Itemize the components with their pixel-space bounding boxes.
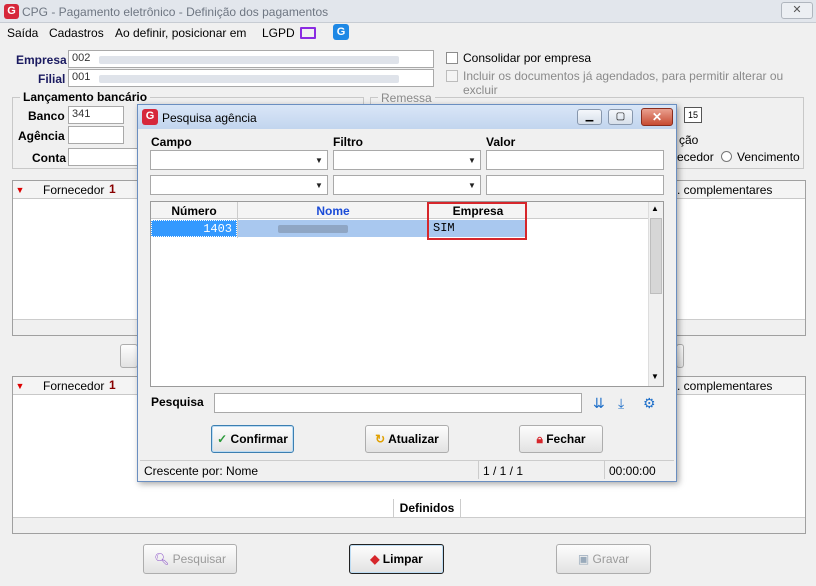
window-close-button[interactable]: ✕ bbox=[781, 2, 813, 19]
search-icon: 🔍︎ bbox=[154, 552, 170, 566]
fornecedor-option-label: ecedor bbox=[677, 150, 714, 164]
bottom-grid-sort-num: 1 bbox=[109, 378, 116, 392]
menu-saida[interactable]: Saída bbox=[7, 26, 38, 40]
bottom-grid-hscrollbar[interactable] bbox=[13, 517, 805, 533]
pesquisa-label: Pesquisa bbox=[151, 395, 204, 409]
row-numero: 1403 bbox=[151, 220, 237, 237]
mid-button-left[interactable] bbox=[120, 344, 138, 368]
status-time: 00:00:00 bbox=[604, 461, 674, 479]
agencia-label: Agência bbox=[18, 129, 65, 143]
pesquisar-button[interactable]: 🔍︎ Pesquisar bbox=[143, 544, 237, 574]
monitor-icon[interactable] bbox=[300, 27, 316, 39]
valor-label: Valor bbox=[486, 135, 516, 149]
sort-indicator-icon: ▼ bbox=[15, 185, 25, 195]
empresa-value: 002 bbox=[72, 52, 91, 64]
maximize-button[interactable]: ▢ bbox=[608, 109, 633, 125]
calendar-icon[interactable]: 15 bbox=[684, 107, 702, 123]
confirmar-button[interactable]: ✓ Confirmar bbox=[211, 425, 294, 453]
incluir-label: Incluir os documentos já agendados, para… bbox=[463, 69, 784, 97]
vencimento-option-label: Vencimento bbox=[737, 150, 800, 164]
minimize-button[interactable]: ▁ bbox=[577, 109, 602, 125]
top-grid-col-complementares[interactable]: . complementares bbox=[677, 183, 772, 197]
row-nome-redacted bbox=[238, 220, 428, 237]
pesquisa-input[interactable] bbox=[214, 393, 582, 413]
results-table[interactable]: Número Nome Empresa Comp. 1403 SIM ▲ ▼ bbox=[150, 201, 664, 387]
empresa-name-redacted bbox=[99, 56, 399, 64]
chevron-down-icon: ▼ bbox=[315, 156, 323, 165]
chevron-down-icon: ▼ bbox=[468, 181, 476, 190]
campo-select-2[interactable]: ▼ bbox=[150, 175, 328, 195]
filtro-select-2[interactable]: ▼ bbox=[333, 175, 481, 195]
vencimento-radio[interactable] bbox=[721, 151, 732, 162]
dialog-statusbar: Crescente por: Nome 1 / 1 / 1 00:00:00 bbox=[140, 460, 674, 479]
filial-value: 001 bbox=[72, 71, 91, 83]
ordenacao-label-partial: ção bbox=[679, 133, 699, 147]
window-titlebar: G CPG - Pagamento eletrônico - Definição… bbox=[0, 0, 816, 23]
window-title: CPG - Pagamento eletrônico - Definição d… bbox=[22, 5, 329, 19]
status-count: 1 / 1 / 1 bbox=[478, 461, 604, 479]
filtro-select-1[interactable]: ▼ bbox=[333, 150, 481, 170]
menu-posicionar[interactable]: Ao definir, posicionar em bbox=[115, 26, 246, 40]
filial-name-redacted bbox=[99, 75, 399, 83]
gravar-button[interactable]: ▣ Gravar bbox=[556, 544, 651, 574]
row-nome-blur bbox=[278, 225, 348, 233]
check-icon: ✓ bbox=[217, 432, 228, 446]
top-grid-sort-num: 1 bbox=[109, 182, 116, 196]
atualizar-button[interactable]: ↻ Atualizar bbox=[365, 425, 449, 453]
conta-label: Conta bbox=[32, 151, 66, 165]
consolidar-label: Consolidar por empresa bbox=[463, 51, 592, 65]
gear-icon[interactable]: ⚙ bbox=[643, 395, 656, 411]
chevron-double-down-icon[interactable]: ⇊ bbox=[593, 395, 605, 411]
eraser-icon: ◆ bbox=[370, 552, 380, 566]
empresa-label: Empresa bbox=[16, 53, 67, 67]
campo-select-1[interactable]: ▼ bbox=[150, 150, 328, 170]
highlight-empresa-comp bbox=[427, 202, 527, 240]
mid-button-right[interactable] bbox=[676, 344, 684, 368]
empresa-field[interactable]: 002 bbox=[68, 50, 434, 68]
save-icon: ▣ bbox=[577, 552, 590, 566]
limpar-button[interactable]: ◆ Limpar bbox=[349, 544, 444, 574]
results-vscrollbar[interactable]: ▲ ▼ bbox=[648, 202, 663, 386]
col-nome[interactable]: Nome bbox=[238, 204, 428, 218]
menu-lgpd[interactable]: LGPD bbox=[262, 26, 295, 40]
valor-input-1[interactable] bbox=[486, 150, 664, 170]
app-logo-icon: G bbox=[4, 4, 19, 19]
lock-icon: 🔒︎ bbox=[536, 432, 543, 446]
scroll-down-icon[interactable]: ▼ bbox=[651, 372, 659, 381]
dialog-logo-icon: G bbox=[142, 109, 158, 125]
incluir-checkbox[interactable] bbox=[446, 70, 458, 82]
filtro-label: Filtro bbox=[333, 135, 363, 149]
col-numero[interactable]: Número bbox=[151, 204, 237, 218]
scroll-up-icon[interactable]: ▲ bbox=[651, 204, 659, 213]
scroll-thumb[interactable] bbox=[650, 218, 662, 294]
remessa-label: Remessa bbox=[378, 91, 435, 105]
lancamento-label: Lançamento bancário bbox=[20, 90, 151, 104]
bottom-grid-col-fornecedor[interactable]: Fornecedor bbox=[43, 379, 104, 393]
banco-field[interactable]: 341 bbox=[68, 106, 124, 124]
chevron-down-icon: ▼ bbox=[468, 156, 476, 165]
valor-input-2[interactable] bbox=[486, 175, 664, 195]
campo-label: Campo bbox=[151, 135, 192, 149]
definidos-label: Definidos bbox=[393, 499, 461, 517]
g-app-icon[interactable]: G bbox=[333, 24, 349, 40]
dialog-close-button[interactable]: ✕ bbox=[641, 108, 673, 126]
consolidar-checkbox[interactable] bbox=[446, 52, 458, 64]
banco-label: Banco bbox=[28, 109, 65, 123]
menu-cadastros[interactable]: Cadastros bbox=[49, 26, 104, 40]
filial-field[interactable]: 001 bbox=[68, 69, 434, 87]
agencia-field[interactable] bbox=[68, 126, 124, 144]
pesquisa-agencia-dialog[interactable]: G Pesquisa agência ▁ ▢ ✕ Campo Filtro Va… bbox=[137, 104, 677, 482]
filial-label: Filial bbox=[38, 72, 66, 86]
dialog-titlebar: G Pesquisa agência ▁ ▢ ✕ bbox=[138, 105, 676, 129]
bottom-grid-col-complementares[interactable]: . complementares bbox=[677, 379, 772, 393]
fechar-button[interactable]: 🔒︎ Fechar bbox=[519, 425, 603, 453]
chevron-down-icon: ▼ bbox=[315, 181, 323, 190]
conta-field[interactable] bbox=[68, 148, 148, 166]
dialog-title: Pesquisa agência bbox=[162, 111, 257, 125]
status-sort: Crescente por: Nome bbox=[144, 464, 259, 478]
refresh-icon: ↻ bbox=[375, 432, 386, 446]
top-grid-col-fornecedor[interactable]: Fornecedor bbox=[43, 183, 104, 197]
chevron-double-down-last-icon[interactable]: ⤓ bbox=[618, 395, 624, 411]
sort-indicator-icon: ▼ bbox=[15, 381, 25, 391]
